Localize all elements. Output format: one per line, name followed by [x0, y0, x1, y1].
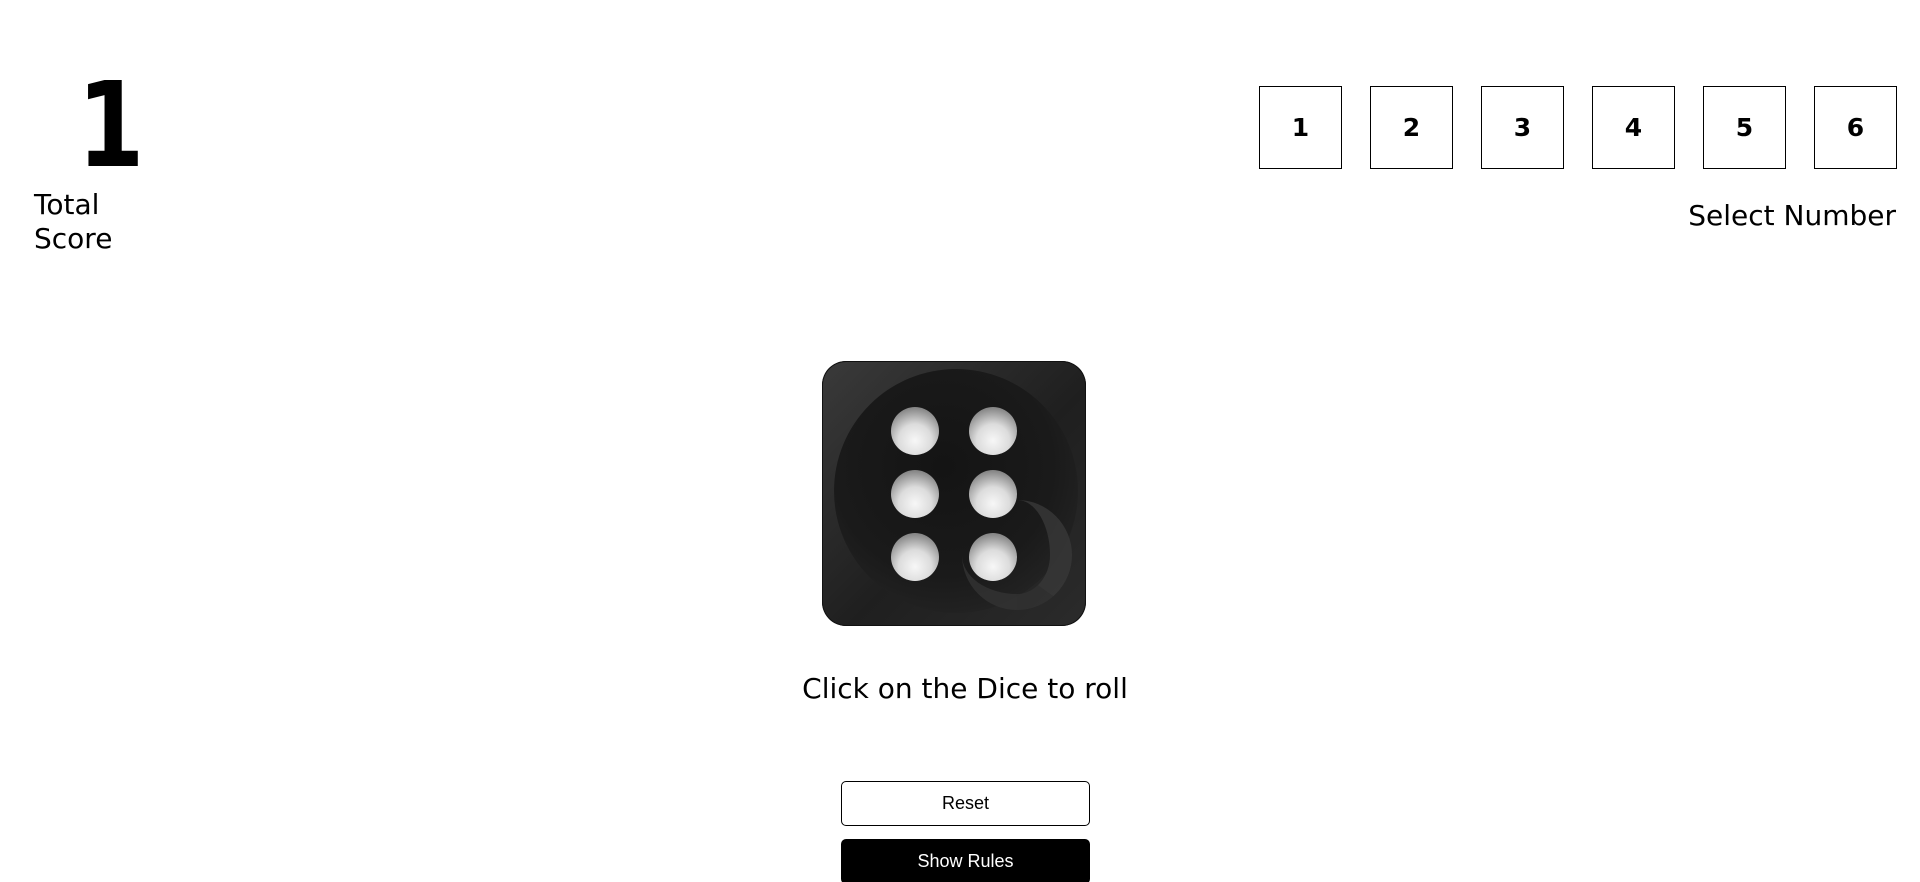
number-option-4[interactable]: 4 [1592, 86, 1675, 169]
number-option-2[interactable]: 2 [1370, 86, 1453, 169]
dice-pip [969, 533, 1017, 581]
dice-pip [969, 407, 1017, 455]
total-score: 1 Total Score [34, 56, 186, 255]
dice-pip [891, 470, 939, 518]
dice-pip [891, 407, 939, 455]
reset-button[interactable]: Reset [841, 781, 1090, 826]
select-number-label: Select Number [1688, 199, 1896, 232]
dice-pip [969, 470, 1017, 518]
roll-hint: Click on the Dice to roll [802, 672, 1128, 705]
number-selector: 1 2 3 4 5 6 [1259, 86, 1897, 169]
number-option-3[interactable]: 3 [1481, 86, 1564, 169]
number-option-5[interactable]: 5 [1703, 86, 1786, 169]
show-rules-button[interactable]: Show Rules [841, 839, 1090, 882]
number-option-6[interactable]: 6 [1814, 86, 1897, 169]
dice-pip [891, 533, 939, 581]
total-score-label: Total Score [34, 188, 113, 255]
dice-six-icon[interactable] [822, 361, 1086, 626]
number-option-1[interactable]: 1 [1259, 86, 1342, 169]
dice-game-page: 1 Total Score 1 2 3 4 5 6 Select Number … [0, 0, 1920, 882]
total-score-value: 1 [77, 56, 144, 194]
